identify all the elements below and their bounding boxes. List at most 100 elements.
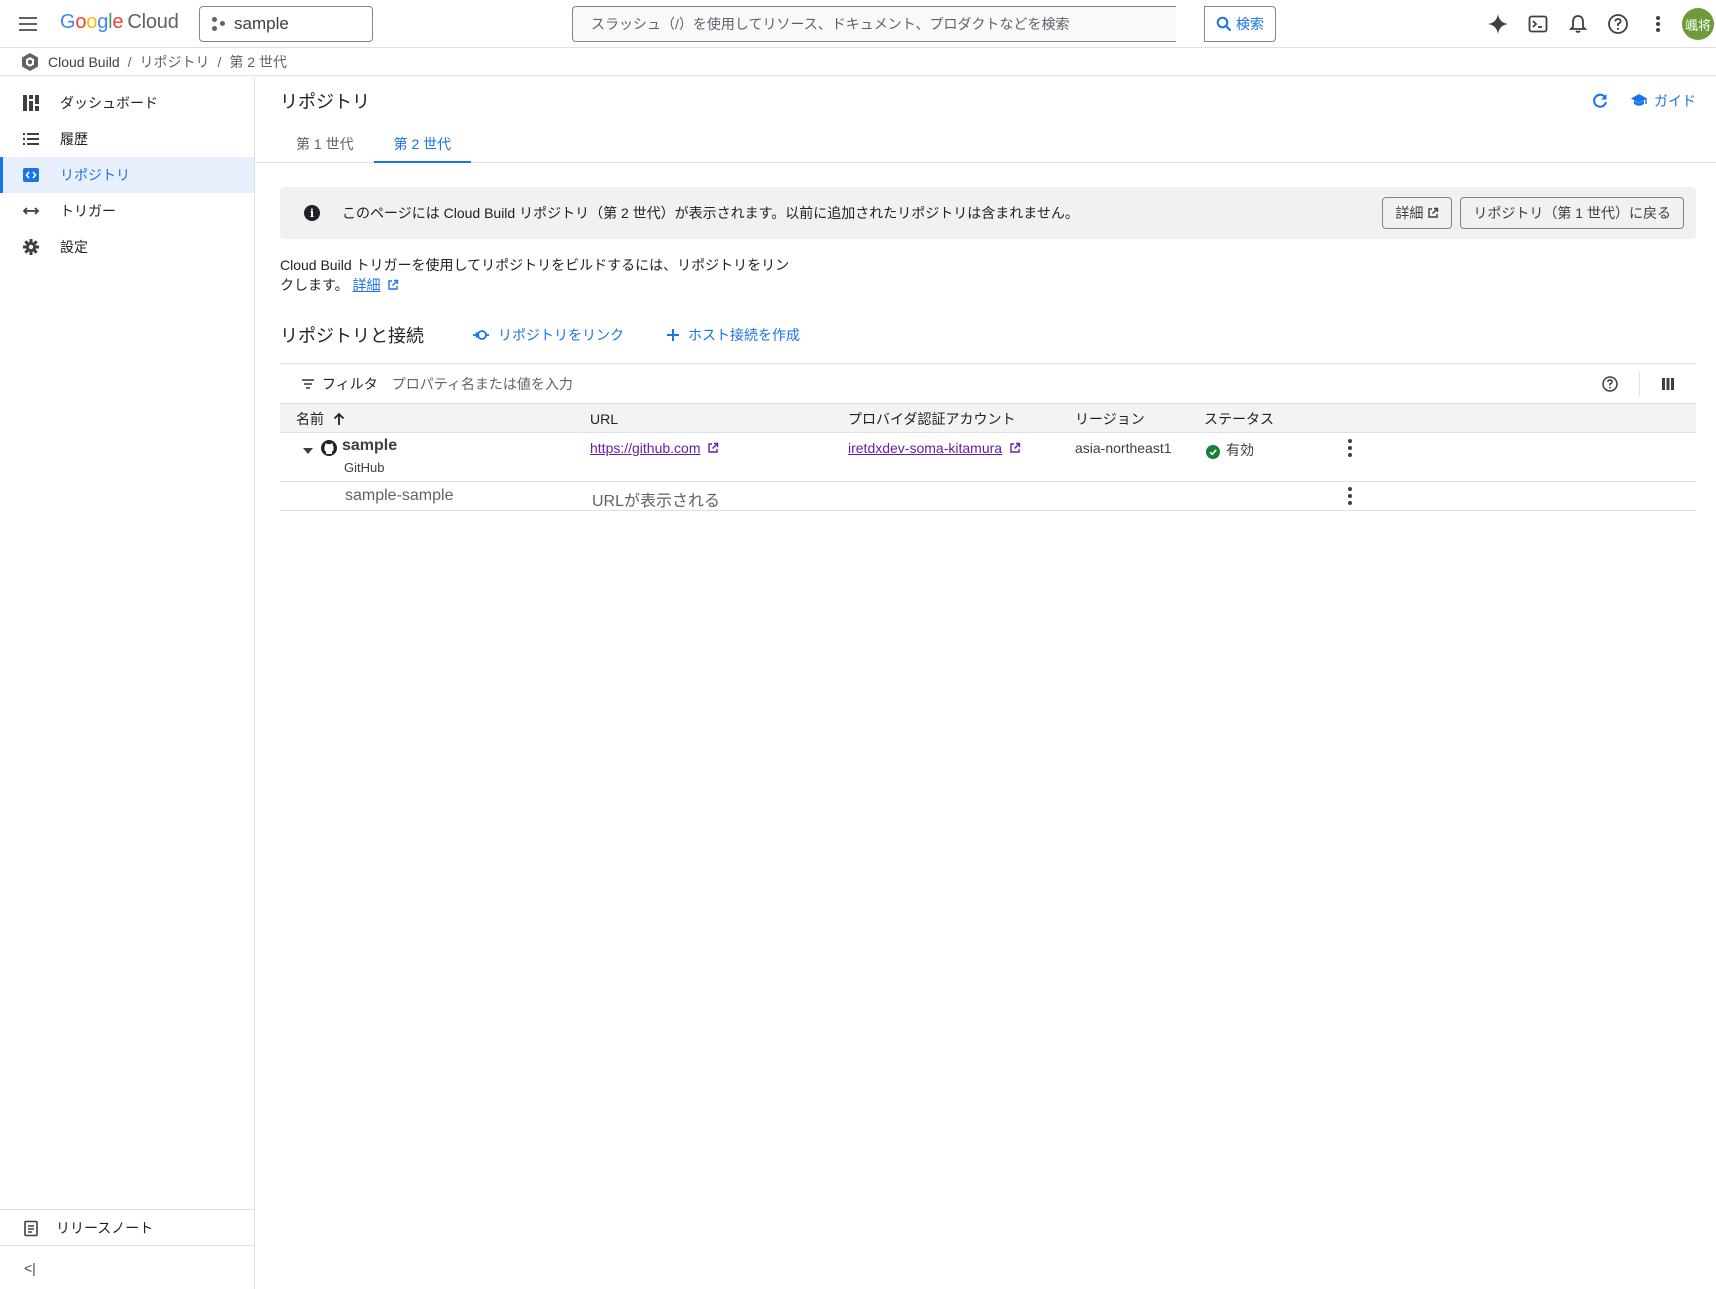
account-avatar[interactable]: 颯将 xyxy=(1682,8,1714,40)
sidebar-item-triggers[interactable]: トリガー xyxy=(0,193,254,229)
search-input[interactable] xyxy=(591,16,1176,32)
help-icon[interactable] xyxy=(1601,375,1619,393)
filter-button[interactable]: フィルタ xyxy=(300,374,378,394)
row-actions-menu-icon[interactable] xyxy=(1340,438,1360,458)
dashboard-icon xyxy=(22,94,40,112)
sidebar-item-label: ダッシュボード xyxy=(60,95,158,111)
cloud-shell-icon[interactable] xyxy=(1518,4,1558,44)
sidebar-item-repositories[interactable]: リポジトリ xyxy=(0,157,254,193)
connection-provider: GitHub xyxy=(344,460,385,475)
section-header: リポジトリと接続 リポジトリをリンク ホスト接続を作成 xyxy=(280,320,1696,350)
project-name: sample xyxy=(234,14,289,33)
page-title: リポジトリ xyxy=(280,92,370,112)
gear-icon xyxy=(22,238,40,256)
refresh-button[interactable] xyxy=(1588,89,1612,113)
notifications-icon[interactable] xyxy=(1558,4,1598,44)
collapse-sidebar-button[interactable]: <| xyxy=(0,1245,254,1289)
google-cloud-logo[interactable]: Google Cloud xyxy=(60,11,179,34)
filter-icon xyxy=(302,378,314,389)
back-to-gen1-button[interactable]: リポジトリ（第 1 世代）に戻る xyxy=(1460,197,1684,229)
github-icon xyxy=(320,439,338,460)
help-icon[interactable] xyxy=(1598,4,1638,44)
search-button[interactable]: 検索 xyxy=(1204,6,1276,42)
gemini-sparkle-icon[interactable] xyxy=(1478,4,1518,44)
breadcrumb-cloud-build[interactable]: Cloud Build xyxy=(48,54,120,70)
guide-button[interactable]: ガイド xyxy=(1630,91,1696,111)
breadcrumb: Cloud Build / リポジトリ / 第 2 世代 xyxy=(0,48,1716,76)
column-header-name[interactable]: 名前 xyxy=(296,404,346,433)
sidebar-item-settings[interactable]: 設定 xyxy=(0,229,254,265)
column-header-account: プロバイダ認証アカウント xyxy=(848,410,1016,427)
learn-more-link[interactable]: 詳細 xyxy=(353,277,381,293)
connection-url-link[interactable]: https://github.com xyxy=(590,440,701,456)
top-bar: GoogleCloud sample 検索 颯将 xyxy=(0,0,1716,48)
filter-input[interactable] xyxy=(391,375,992,392)
tab-gen1[interactable]: 第 1 世代 xyxy=(276,125,374,162)
connection-account-link[interactable]: iretdxdev-soma-kitamura xyxy=(848,440,1002,456)
row-actions-menu-icon[interactable] xyxy=(1340,486,1360,506)
collapse-icon: <| xyxy=(24,1259,36,1276)
sidebar-item-label: リポジトリ xyxy=(60,167,130,183)
create-host-connection-button[interactable]: ホスト接続を作成 xyxy=(666,325,800,345)
page-header: リポジトリ ガイド xyxy=(256,77,1716,125)
description: Cloud Build トリガーを使用してリポジトリをビルドするには、リポジトリ… xyxy=(280,255,800,295)
info-banner: i このページには Cloud Build リポジトリ（第 2 世代）が表示され… xyxy=(280,187,1696,239)
banner-text: このページには Cloud Build リポジトリ（第 2 世代）が表示されます… xyxy=(342,205,1079,221)
connection-region: asia-northeast1 xyxy=(1075,440,1172,456)
list-icon xyxy=(22,130,40,148)
generation-tabs: 第 1 世代 第 2 世代 xyxy=(256,125,1716,163)
table-header: 名前 URL プロバイダ認証アカウント リージョン ステータス xyxy=(280,404,1696,433)
sidebar-item-label: 設定 xyxy=(60,239,88,255)
info-icon: i xyxy=(304,205,320,221)
breadcrumb-separator: / xyxy=(127,53,132,70)
external-link-icon xyxy=(388,279,399,290)
connection-name[interactable]: sample xyxy=(342,437,397,455)
add-icon xyxy=(667,329,679,341)
search-field[interactable] xyxy=(572,6,1176,42)
breadcrumb-repositories[interactable]: リポジトリ xyxy=(140,52,210,72)
cloud-build-icon xyxy=(22,52,38,71)
column-display-icon[interactable] xyxy=(1660,376,1676,392)
tab-gen2[interactable]: 第 2 世代 xyxy=(373,125,472,163)
main-menu-icon[interactable] xyxy=(16,12,40,36)
top-icons: 颯将 xyxy=(1478,0,1716,48)
external-link-icon xyxy=(1010,442,1021,453)
arrows-icon xyxy=(22,202,40,220)
sidebar-item-dashboard[interactable]: ダッシュボード xyxy=(0,85,254,121)
repository-name[interactable]: sample-sample xyxy=(345,487,453,505)
sidebar: ダッシュボード 履歴 リポジトリ トリガー 設定 リリースノート <| xyxy=(0,77,255,1289)
table-row-repository: sample-sample URLが表示される xyxy=(280,482,1696,511)
column-header-region: リージョン xyxy=(1075,410,1145,427)
repositories-table: フィルタ 名前 URL プロバイダ認証アカウント リージョン ステータス xyxy=(280,363,1696,511)
status-label: 有効 xyxy=(1226,442,1254,458)
caret-down-icon xyxy=(303,448,313,454)
sort-ascending-icon xyxy=(333,412,345,425)
column-header-url: URL xyxy=(590,410,619,427)
release-notes-link[interactable]: リリースノート xyxy=(0,1209,254,1245)
section-title: リポジトリと接続 xyxy=(280,326,424,346)
breadcrumb-separator: / xyxy=(217,53,222,70)
divider xyxy=(1639,372,1640,396)
details-button[interactable]: 詳細 xyxy=(1382,197,1453,229)
release-notes-icon xyxy=(24,1220,38,1236)
filter-bar: フィルタ xyxy=(280,364,1696,404)
sidebar-footer: リリースノート <| xyxy=(0,1209,254,1289)
check-circle-icon xyxy=(1206,445,1220,459)
banner-actions: 詳細 リポジトリ（第 1 世代）に戻る xyxy=(1382,197,1684,229)
sidebar-item-history[interactable]: 履歴 xyxy=(0,121,254,157)
connection-url-cell: https://github.com xyxy=(590,440,719,456)
breadcrumb-current: 第 2 世代 xyxy=(229,53,287,70)
header-actions: ガイド xyxy=(1588,89,1696,113)
link-repository-button[interactable]: リポジトリをリンク xyxy=(472,325,624,345)
expand-toggle[interactable] xyxy=(302,443,314,459)
project-picker[interactable]: sample xyxy=(199,6,373,42)
main-content: リポジトリ ガイド 第 1 世代 第 2 世代 i このページには Cloud … xyxy=(256,77,1716,1289)
table-toolbar-right xyxy=(1601,364,1676,404)
table-row-connection: sample GitHub https://github.com iretdxd… xyxy=(280,433,1696,482)
description-text: Cloud Build トリガーを使用してリポジトリをビルドするには、リポジトリ… xyxy=(280,257,790,273)
search-icon xyxy=(1216,16,1232,32)
sidebar-item-label: トリガー xyxy=(60,203,116,219)
external-link-icon xyxy=(708,442,719,453)
more-options-icon[interactable] xyxy=(1638,4,1678,44)
school-icon xyxy=(1631,94,1647,106)
